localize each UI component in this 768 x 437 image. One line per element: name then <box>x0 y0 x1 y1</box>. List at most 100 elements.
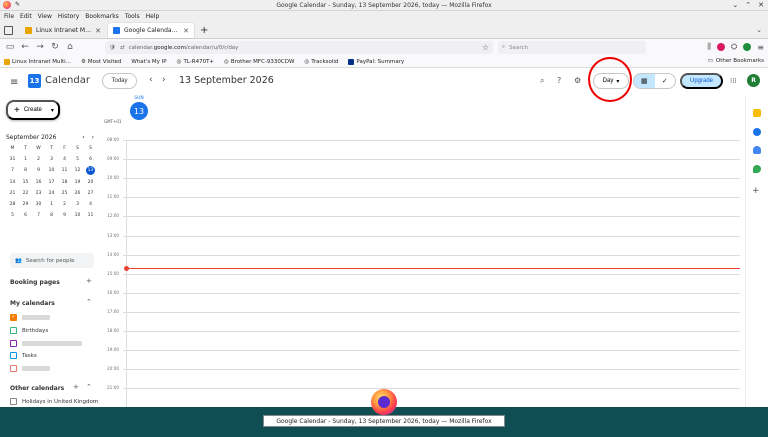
tab-google-calendar[interactable]: Google Calendar - Sunday, ✕ <box>108 23 194 38</box>
menu-file[interactable]: File <box>4 13 14 20</box>
mini-calendar-day[interactable]: 31 <box>6 156 19 163</box>
checkbox-icon[interactable] <box>10 398 17 405</box>
search-bar[interactable]: ⌕ Search <box>498 41 646 54</box>
my-calendars-title[interactable]: My calendars <box>10 300 55 307</box>
menu-view[interactable]: View <box>38 13 52 20</box>
mini-calendar-day[interactable]: 5 <box>71 156 84 163</box>
checkbox-checked-icon[interactable]: ✓ <box>10 314 17 321</box>
mini-calendar-day[interactable]: 3 <box>71 201 84 208</box>
maximize-icon[interactable]: ⌃ <box>745 1 751 9</box>
collapse-icon[interactable]: ⌃ <box>86 298 92 306</box>
firefox-icon[interactable] <box>371 389 397 415</box>
mini-calendar-day[interactable]: 13 <box>86 166 95 175</box>
mini-calendar-day[interactable]: 30 <box>32 201 45 208</box>
mini-calendar-day[interactable]: 7 <box>6 167 19 174</box>
mini-calendar-day[interactable]: 16 <box>32 179 45 186</box>
search-people-input[interactable]: 👥 Search for people <box>10 253 94 268</box>
mini-calendar-day[interactable]: 10 <box>45 167 58 174</box>
extension-red-icon[interactable] <box>716 43 725 51</box>
main-menu-icon[interactable]: ≡ <box>10 77 18 88</box>
day-number[interactable]: 13 <box>130 102 148 120</box>
mini-calendar-day[interactable]: 15 <box>19 179 32 186</box>
bookmark-tl-r470t[interactable]: ◎ TL-R470T+ <box>177 59 214 65</box>
collapse-icon[interactable]: ⌃ <box>86 383 92 391</box>
checkbox-icon[interactable] <box>10 340 17 347</box>
calendar-item[interactable] <box>10 365 50 372</box>
checkbox-icon[interactable] <box>10 352 17 359</box>
bookmark-most-visited[interactable]: ⚙ Most Visited <box>81 59 121 65</box>
mini-calendar-day[interactable]: 5 <box>6 212 19 219</box>
mini-calendar-day[interactable]: 27 <box>84 190 97 197</box>
extension-icon[interactable]: ⛭ <box>731 42 737 52</box>
calendar-item-holidays[interactable]: Holidays in United Kingdom <box>10 398 98 405</box>
calendar-item[interactable]: ✓ <box>10 314 50 321</box>
mini-calendar-day[interactable]: 28 <box>6 201 19 208</box>
bookmark-whats-my-ip[interactable]: What's My IP <box>131 59 166 65</box>
apps-grid-icon[interactable]: ⁞⁞⁞ <box>730 77 737 85</box>
next-day-icon[interactable]: › <box>162 75 166 85</box>
upgrade-button[interactable]: Upgrade <box>680 73 723 89</box>
view-select-button[interactable]: Day ▾ <box>593 73 629 89</box>
mini-calendar-day[interactable]: 29 <box>19 201 32 208</box>
mini-calendar-day[interactable]: 1 <box>19 156 32 163</box>
mini-calendar-day[interactable]: 3 <box>45 156 58 163</box>
menu-history[interactable]: History <box>58 13 79 20</box>
mini-calendar-day[interactable]: 21 <box>6 190 19 197</box>
mini-calendar-day[interactable]: 18 <box>58 179 71 186</box>
previous-day-icon[interactable]: ‹ <box>149 75 153 85</box>
mini-calendar-day[interactable]: 8 <box>45 212 58 219</box>
reload-icon[interactable]: ↻ <box>50 42 60 52</box>
tab-list-icon[interactable] <box>4 26 13 35</box>
keep-icon[interactable] <box>753 109 761 117</box>
tasks-icon[interactable] <box>753 128 761 136</box>
menu-help[interactable]: Help <box>146 13 160 20</box>
add-calendar-icon[interactable]: + <box>73 383 79 391</box>
bookmark-tracksolid[interactable]: ◎ Tracksolid <box>304 59 338 65</box>
add-addon-icon[interactable]: + <box>752 186 760 196</box>
new-tab-icon[interactable]: + <box>200 25 208 36</box>
list-all-tabs-icon[interactable]: ⌄ <box>756 26 762 34</box>
calendar-item[interactable] <box>10 340 82 347</box>
mini-next-icon[interactable]: › <box>92 134 94 141</box>
url-bar[interactable]: 🛡 ⇄ calendar.google.com/calendar/u/0/r/d… <box>105 41 493 54</box>
mini-calendar-day[interactable]: 19 <box>71 179 84 186</box>
mini-calendar-day[interactable]: 14 <box>6 179 19 186</box>
calendar-view-icon[interactable]: ▦ <box>634 74 655 88</box>
shield-icon[interactable]: 🛡 <box>109 45 116 51</box>
checkbox-icon[interactable] <box>10 327 17 334</box>
mini-calendar-day[interactable]: 4 <box>58 156 71 163</box>
mini-calendar-day[interactable]: 8 <box>19 167 32 174</box>
mini-calendar-day[interactable]: 7 <box>32 212 45 219</box>
menu-bookmarks[interactable]: Bookmarks <box>85 13 119 20</box>
mini-calendar-day[interactable]: 9 <box>58 212 71 219</box>
search-icon[interactable]: ⌕ <box>540 76 544 86</box>
mini-calendar-day[interactable]: 12 <box>71 167 84 174</box>
sidebar-toggle-icon[interactable]: ▭ <box>5 42 15 52</box>
mini-calendar-day[interactable]: 9 <box>32 167 45 174</box>
close-tab-icon[interactable]: ✕ <box>183 27 189 35</box>
menu-tools[interactable]: Tools <box>125 13 140 20</box>
mini-calendar-day[interactable]: 1 <box>45 201 58 208</box>
calendar-item-tasks[interactable]: Tasks <box>10 352 37 359</box>
menu-icon[interactable]: ≡ <box>757 43 764 52</box>
forward-icon[interactable]: → <box>35 42 45 52</box>
time-grid[interactable]: 08:00 09:00 10:00 11:00 12:00 13:00 14:00 15:00… <box>107 137 740 407</box>
checkbox-icon[interactable] <box>10 365 17 372</box>
close-icon[interactable]: ✕ <box>758 1 764 9</box>
bookmark-paypal[interactable]: PayPal: Summary <box>348 58 404 65</box>
home-icon[interactable]: ⌂ <box>65 42 75 52</box>
mini-prev-icon[interactable]: ‹ <box>82 134 84 141</box>
other-calendars-title[interactable]: Other calendars <box>10 385 64 392</box>
mini-calendar-day[interactable]: 24 <box>45 190 58 197</box>
mini-calendar-day[interactable]: 23 <box>32 190 45 197</box>
mini-calendar-day[interactable]: 20 <box>84 179 97 186</box>
mini-calendar-day[interactable]: 25 <box>58 190 71 197</box>
back-icon[interactable]: ← <box>20 42 30 52</box>
bookmark-star-icon[interactable]: ☆ <box>482 43 489 52</box>
contacts-icon[interactable] <box>753 146 761 154</box>
menu-edit[interactable]: Edit <box>20 13 32 20</box>
mini-calendar-day[interactable]: 4 <box>84 201 97 208</box>
minimize-icon[interactable]: ⌄ <box>732 1 738 9</box>
tasks-view-icon[interactable]: ✓ <box>655 74 676 88</box>
close-tab-icon[interactable]: ✕ <box>95 27 101 35</box>
